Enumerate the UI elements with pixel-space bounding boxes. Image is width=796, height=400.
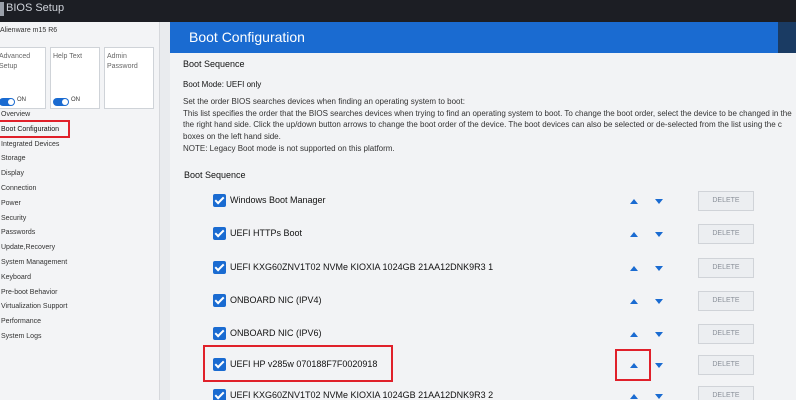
help-text-toggle[interactable] [53, 98, 69, 106]
description-line-1: Set the order BIOS searches devices when… [183, 97, 465, 106]
app-title: BIOS Setup [6, 2, 65, 14]
admin-password-label: Admin Password [107, 53, 138, 70]
sidebar-item-update-recovery[interactable]: Update,Recovery [0, 241, 160, 256]
move-down-arrow-icon[interactable] [655, 232, 663, 237]
advanced-setup-label: Advanced Setup [0, 53, 31, 70]
description-line-2: This list specifies the order that the B… [183, 109, 792, 118]
move-up-arrow-icon[interactable] [630, 232, 638, 237]
main-panel: Boot Configuration Boot Sequence Boot Mo… [170, 22, 796, 400]
delete-button[interactable]: DELETE [698, 191, 754, 211]
highlight-move-up-arrow [615, 349, 651, 381]
sidebar-item-connection[interactable]: Connection [0, 182, 160, 197]
sidebar-item-system-logs[interactable]: System Logs [0, 330, 160, 345]
delete-button[interactable]: DELETE [698, 355, 754, 375]
sidebar-item-security[interactable]: Security [0, 212, 160, 227]
sidebar-item-power[interactable]: Power [0, 197, 160, 212]
boot-item-row: UEFI KXG60ZNV1T02 NVMe KIOXIA 1024GB 21A… [213, 258, 796, 280]
sidebar: Alienware m15 R6 Advanced Setup ON Help … [0, 22, 160, 400]
sidebar-item-performance[interactable]: Performance [0, 315, 160, 330]
page-title: Boot Configuration [189, 29, 305, 45]
sidebar-nav: Overview Boot Configuration Integrated D… [0, 108, 160, 345]
boot-mode-text: Boot Mode: UEFI only [183, 80, 262, 89]
move-up-arrow-icon[interactable] [630, 394, 638, 399]
help-text-toggle-state: ON [71, 97, 80, 103]
device-name: Alienware m15 R6 [0, 27, 58, 34]
boot-item-label: ONBOARD NIC (IPV4) [230, 295, 322, 305]
sidebar-item-storage[interactable]: Storage [0, 152, 160, 167]
description-line-4: boxes on the left hand side. [183, 132, 281, 141]
move-up-arrow-icon[interactable] [630, 266, 638, 271]
delete-button[interactable]: DELETE [698, 291, 754, 311]
boot-item-checkbox[interactable] [213, 261, 226, 274]
sidebar-item-integrated-devices[interactable]: Integrated Devices [0, 138, 160, 153]
description-line-3: the right hand side. Click the up/down b… [183, 120, 782, 129]
title-bar: BIOS Setup [0, 0, 796, 22]
boot-item-checkbox[interactable] [213, 227, 226, 240]
admin-password-box[interactable]: Admin Password [104, 47, 154, 109]
boot-item-row: ONBOARD NIC (IPV4) DELETE [213, 291, 796, 313]
boot-item-label: UEFI KXG60ZNV1T02 NVMe KIOXIA 1024GB 21A… [230, 262, 494, 272]
sidebar-item-system-management[interactable]: System Management [0, 256, 160, 271]
page-header: Boot Configuration [170, 22, 796, 53]
highlight-hp-boot-item [203, 345, 393, 382]
sidebar-item-display[interactable]: Display [0, 167, 160, 182]
boot-item-label: ONBOARD NIC (IPV6) [230, 328, 322, 338]
delete-button[interactable]: DELETE [698, 224, 754, 244]
advanced-setup-toggle[interactable] [0, 98, 15, 106]
boot-item-checkbox[interactable] [213, 327, 226, 340]
delete-button[interactable]: DELETE [698, 258, 754, 278]
advanced-setup-toggle-box[interactable]: Advanced Setup ON [0, 47, 46, 109]
boot-item-row: UEFI KXG60ZNV1T02 NVMe KIOXIA 1024GB 21A… [213, 386, 796, 400]
sidebar-item-pre-boot-behavior[interactable]: Pre-boot Behavior [0, 286, 160, 301]
header-edge [778, 22, 796, 53]
delete-button[interactable]: DELETE [698, 386, 754, 400]
highlight-boot-configuration [0, 120, 70, 138]
boot-item-row: ONBOARD NIC (IPV6) DELETE [213, 324, 796, 346]
move-down-arrow-icon[interactable] [655, 394, 663, 399]
move-up-arrow-icon[interactable] [630, 332, 638, 337]
sidebar-item-virtualization-support[interactable]: Virtualization Support [0, 300, 160, 315]
boot-item-label: UEFI KXG60ZNV1T02 NVMe KIOXIA 1024GB 21A… [230, 390, 494, 400]
boot-item-checkbox[interactable] [213, 389, 226, 400]
move-up-arrow-icon[interactable] [630, 299, 638, 304]
move-down-arrow-icon[interactable] [655, 332, 663, 337]
section-title-boot-sequence-list: Boot Sequence [184, 170, 246, 180]
advanced-setup-toggle-state: ON [17, 97, 26, 103]
help-text-label: Help Text [53, 53, 83, 60]
section-title-boot-sequence: Boot Sequence [183, 59, 245, 69]
sidebar-item-keyboard[interactable]: Keyboard [0, 271, 160, 286]
note-text: NOTE: Legacy Boot mode is not supported … [183, 144, 395, 153]
boot-item-row: UEFI HTTPs Boot DELETE [213, 224, 796, 246]
move-down-arrow-icon[interactable] [655, 299, 663, 304]
boot-item-label: Windows Boot Manager [230, 195, 326, 205]
boot-item-label: UEFI HTTPs Boot [230, 228, 303, 238]
move-down-arrow-icon[interactable] [655, 363, 663, 368]
move-down-arrow-icon[interactable] [655, 199, 663, 204]
move-up-arrow-icon[interactable] [630, 199, 638, 204]
move-down-arrow-icon[interactable] [655, 266, 663, 271]
help-text-toggle-box[interactable]: Help Text ON [50, 47, 100, 109]
sidebar-item-passwords[interactable]: Passwords [0, 226, 160, 241]
boot-item-checkbox[interactable] [213, 294, 226, 307]
alienware-logo-icon [0, 2, 4, 16]
boot-item-checkbox[interactable] [213, 194, 226, 207]
boot-item-row: Windows Boot Manager DELETE [213, 191, 796, 213]
delete-button[interactable]: DELETE [698, 324, 754, 344]
